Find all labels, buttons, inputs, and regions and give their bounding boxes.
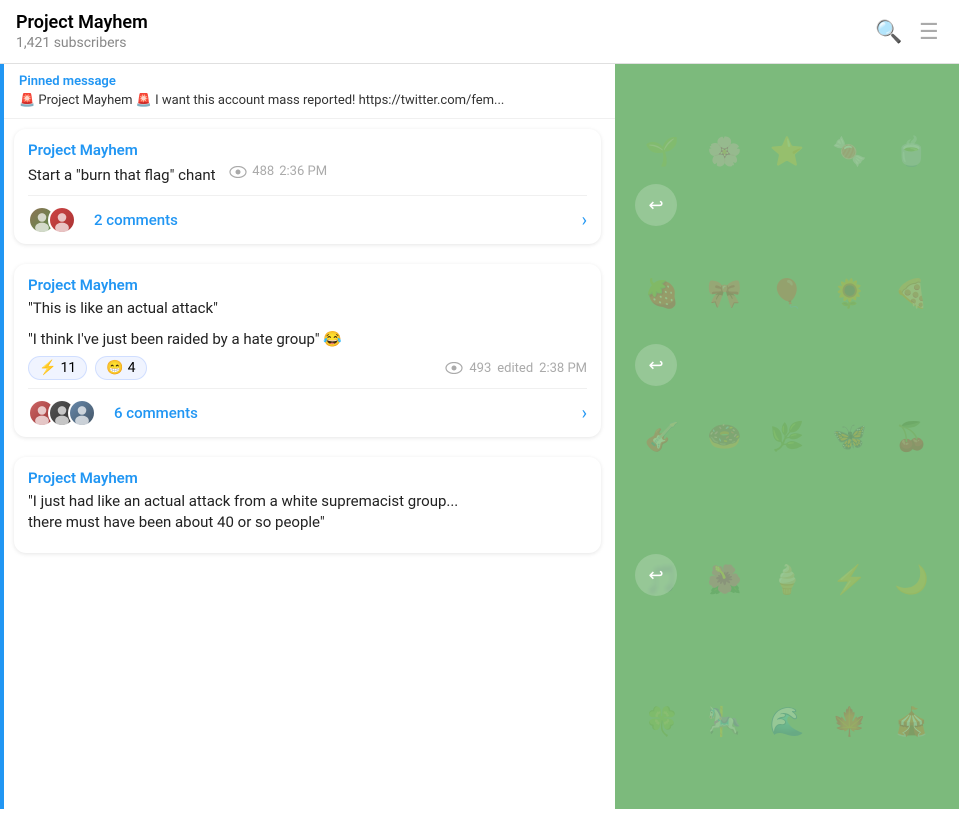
views-count-1: 488: [252, 163, 274, 181]
pinned-message-bar[interactable]: Pinned message 🚨 Project Mayhem 🚨 I want…: [0, 64, 615, 119]
avatars-2: [28, 399, 96, 427]
spacer-2: [28, 319, 587, 329]
message-text-1: Start a "burn that flag" chant 488 2:36 …: [28, 163, 587, 189]
search-icon[interactable]: 🔍: [875, 20, 899, 44]
comments-row-2[interactable]: 6 comments ›: [28, 388, 587, 437]
reaction-lightning-emoji: ⚡: [39, 360, 56, 376]
card-fwd-1: Project Mayhem Start a "burn that flag" …: [0, 119, 615, 254]
message-card-2: Project Mayhem "This is like an actual a…: [14, 264, 601, 437]
deco-panel: 🌱 🌸 ⭐ 🍬 🍵 🍓 🎀 🎈 🌻 🍕 🎸 🍩 🌿 🦋 🍒 🎵 🌺 🍦 ⚡ 🌙 …: [615, 64, 959, 809]
reaction-grin[interactable]: 😁 4: [95, 356, 146, 380]
deco-22: 🎠: [697, 654, 751, 789]
edited-label-2: edited: [497, 361, 533, 376]
msg2-line2: "I think I've just been raided by a hate…: [28, 329, 587, 350]
message-text-3: "I just had like an actual attack from a…: [28, 491, 587, 533]
deco-icons: 🌱 🌸 ⭐ 🍬 🍵 🍓 🎀 🎈 🌻 🍕 🎸 🍩 🌿 🦋 🍒 🎵 🌺 🍦 ⚡ 🌙 …: [615, 64, 959, 809]
msg3-line1: "I just had like an actual attack from a…: [28, 491, 587, 512]
avatar-2c: [68, 399, 96, 427]
deco-23: 🌊: [760, 654, 814, 789]
channel-title: Project Mayhem: [16, 12, 148, 33]
deco-5: 🍵: [885, 84, 939, 219]
views-icon-2: [445, 362, 463, 374]
header: Project Mayhem 1,421 subscribers 🔍 ☰: [0, 0, 959, 64]
message-sender-2: Project Mayhem: [28, 276, 587, 294]
card-fwd-3: Project Mayhem "I just had like an actua…: [0, 447, 615, 563]
reactions-2: ⚡ 11 😁 4 493: [28, 356, 587, 380]
avatar-1b: [48, 206, 76, 234]
deco-3: ⭐: [760, 84, 814, 219]
deco-10: 🍕: [885, 227, 939, 362]
comments-label-1: 2 comments: [94, 211, 178, 229]
deco-20: 🌙: [885, 512, 939, 647]
chat-panel: Pinned message 🚨 Project Mayhem 🚨 I want…: [0, 64, 615, 809]
comments-left-2: 6 comments: [28, 399, 198, 427]
msg2-meta: 493 edited 2:38 PM: [445, 356, 587, 380]
deco-15: 🍒: [885, 369, 939, 504]
message-wrapper-2: Project Mayhem "This is like an actual a…: [0, 254, 615, 447]
message-wrapper-1: Project Mayhem Start a "burn that flag" …: [0, 119, 615, 254]
deco-2: 🌸: [697, 84, 751, 219]
deco-18: 🍦: [760, 512, 814, 647]
message-card-1: Project Mayhem Start a "burn that flag" …: [14, 129, 601, 244]
deco-19: ⚡: [822, 512, 876, 647]
left-accent-bar: [0, 64, 4, 809]
time-2: 2:38 PM: [539, 361, 587, 376]
deco-17: 🌺: [697, 512, 751, 647]
pinned-label: Pinned message: [19, 74, 599, 89]
message-sender-1: Project Mayhem: [28, 141, 587, 159]
pinned-content: 🚨 Project Mayhem 🚨 I want this account m…: [19, 93, 599, 108]
forward-btn-3[interactable]: ↩: [635, 554, 677, 596]
chevron-right-2[interactable]: ›: [582, 403, 587, 424]
deco-11: 🎸: [635, 369, 689, 504]
forward-btn-2[interactable]: ↩: [635, 344, 677, 386]
header-info: Project Mayhem 1,421 subscribers: [16, 12, 148, 51]
subscriber-count: 1,421 subscribers: [16, 35, 148, 51]
menu-icon[interactable]: ☰: [919, 20, 943, 44]
comments-left-1: 2 comments: [28, 206, 178, 234]
deco-8: 🎈: [760, 227, 814, 362]
deco-4: 🍬: [822, 84, 876, 219]
comments-row-1[interactable]: 2 comments ›: [28, 195, 587, 244]
pinned-text: 🚨 Project Mayhem 🚨 I want this account m…: [19, 93, 504, 108]
deco-13: 🌿: [760, 369, 814, 504]
message-wrapper-3: Project Mayhem "I just had like an actua…: [0, 447, 615, 563]
comments-label-2: 6 comments: [114, 404, 198, 422]
msg2-line1: "This is like an actual attack": [28, 298, 587, 319]
message-sender-3: Project Mayhem: [28, 469, 587, 487]
deco-6: 🍓: [635, 227, 689, 362]
card-fwd-2: Project Mayhem "This is like an actual a…: [0, 254, 615, 447]
deco-12: 🍩: [697, 369, 751, 504]
reaction-lightning[interactable]: ⚡ 11: [28, 356, 87, 380]
reaction-grin-emoji: 😁: [106, 360, 123, 376]
header-actions: 🔍 ☰: [875, 20, 943, 44]
deco-7: 🎀: [697, 227, 751, 362]
deco-21: 🍀: [635, 654, 689, 789]
avatars-1: [28, 206, 76, 234]
reaction-lightning-count: 11: [60, 360, 76, 376]
reaction-grin-count: 4: [128, 360, 136, 376]
chevron-right-1[interactable]: ›: [582, 210, 587, 231]
time-1: 2:36 PM: [279, 163, 327, 181]
views-icon-1: [229, 166, 247, 178]
msg3-line2: there must have been about 40 or so peop…: [28, 512, 587, 533]
deco-25: 🎪: [885, 654, 939, 789]
main-container: Pinned message 🚨 Project Mayhem 🚨 I want…: [0, 64, 959, 809]
forward-btn-1[interactable]: ↩: [635, 184, 677, 226]
deco-14: 🦋: [822, 369, 876, 504]
deco-9: 🌻: [822, 227, 876, 362]
views-count-2: 493: [469, 361, 491, 376]
message-card-3: Project Mayhem "I just had like an actua…: [14, 457, 601, 553]
deco-24: 🍁: [822, 654, 876, 789]
message-text-2: "This is like an actual attack" "I think…: [28, 298, 587, 350]
